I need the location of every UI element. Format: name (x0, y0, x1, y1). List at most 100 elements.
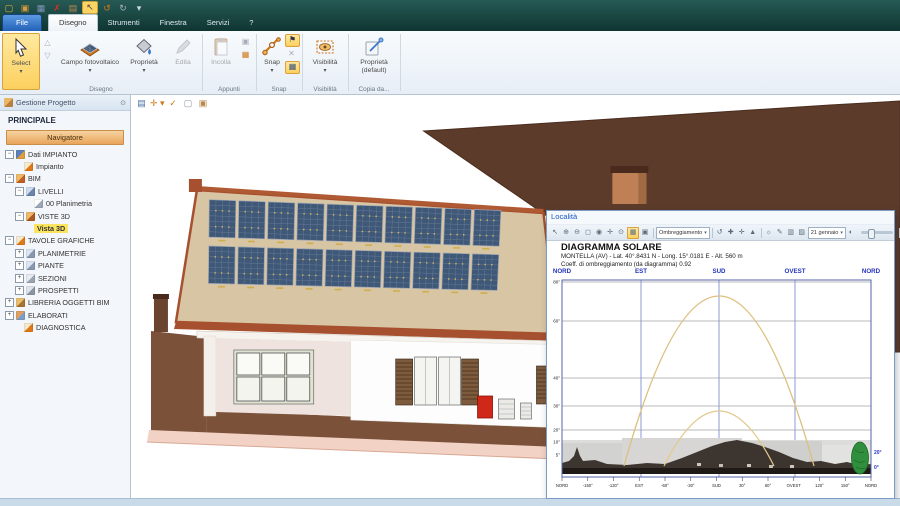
copy-properties-icon[interactable]: ▣ (197, 97, 210, 110)
chevron-down-icon: ▾ (840, 228, 843, 238)
undo-icon[interactable]: ↺ (100, 2, 114, 14)
collapse-icon[interactable]: − (15, 187, 24, 196)
date-dropdown[interactable]: 21 gennaio▾ (808, 227, 846, 239)
visibilita-dropdown-arrow[interactable]: ▾ (323, 67, 326, 74)
brightness-icon[interactable]: ◐ (846, 227, 856, 238)
tree-item-tavole-grafiche[interactable]: −TAVOLE GRAFICHE (0, 235, 130, 247)
collapse-icon[interactable]: − (5, 150, 14, 159)
arrow-up-icon[interactable]: △ (41, 37, 54, 49)
snap-dropdown-arrow[interactable]: ▾ (270, 67, 273, 74)
tree-item-00-planimetria[interactable]: 00 Planimetria (0, 198, 130, 210)
tab-file[interactable]: File (2, 14, 42, 31)
compass-labels: NORDESTSUDOVESTNORD (547, 268, 894, 276)
tree-item-prospetti[interactable]: +PROSPETTI (0, 284, 130, 296)
campo-fotovoltaico-button[interactable]: Campo fotovoltaico ▾ (58, 33, 122, 74)
group-label-snap: Snap (257, 86, 301, 93)
select-dropdown-arrow[interactable]: ▾ (19, 68, 22, 75)
select-tool-icon[interactable]: ↖ (82, 1, 98, 14)
proprieta-button[interactable]: Proprietà ▾ (124, 33, 164, 74)
new-icon[interactable]: ▢ (2, 2, 16, 14)
shading-mode-dropdown[interactable]: Ombreggiamento▾ (656, 227, 710, 239)
pan-icon[interactable]: ✛ (605, 227, 615, 238)
tree-item-viste-3d[interactable]: −VISTE 3D (0, 210, 130, 222)
viewport-3d[interactable]: ▤✛ ▾✓▢▣ (131, 95, 900, 499)
zoom-in-icon[interactable]: ⊕ (561, 227, 571, 238)
paste-special-icon[interactable]: ▦ (239, 49, 252, 61)
camera-icon[interactable]: ▣ (640, 227, 650, 238)
sun-icon[interactable]: ☼ (764, 227, 774, 238)
tab-finestra[interactable]: Finestra (150, 15, 197, 31)
delete-icon[interactable]: ✗ (50, 2, 64, 14)
collapse-icon[interactable]: − (5, 236, 14, 245)
proprieta-dropdown-arrow[interactable]: ▾ (142, 67, 145, 74)
arrow-down-icon[interactable]: ▽ (41, 50, 54, 62)
print-icon[interactable]: ▤ (66, 2, 80, 14)
tree-item-planimetrie[interactable]: +PLANIMETRIE (0, 247, 130, 259)
north-arrow-icon[interactable]: ▲ (748, 227, 758, 238)
proprieta-default-button[interactable]: Proprietà(default) (351, 33, 397, 76)
orbit-icon[interactable]: ⊙ (616, 227, 626, 238)
pin-icon[interactable]: ⊙ (120, 99, 126, 107)
tab-disegno[interactable]: Disegno (48, 14, 98, 31)
tree-item-diagnostica[interactable]: DIAGNOSTICA (0, 321, 130, 333)
navigator-header[interactable]: Navigatore (6, 130, 124, 145)
snap-3d-icon[interactable]: ✛ ▾ (150, 97, 165, 110)
shading-view-icon[interactable]: ▦ (627, 227, 639, 239)
eyedropper-icon (363, 36, 385, 58)
localita-window[interactable]: Località ↖⊕⊖◻◉✛⊙▦▣Ombreggiamento▾↺✚✛▲☼✎▥… (546, 210, 895, 499)
tab-strumenti[interactable]: Strumenti (98, 15, 150, 31)
move-all-icon[interactable]: ✛ (737, 227, 747, 238)
snap-angle-toggle[interactable]: ✕ (285, 48, 298, 60)
pointer-icon[interactable]: ↖ (550, 227, 560, 238)
tree-item-elaborati[interactable]: +ELABORATI (0, 309, 130, 321)
expand-icon[interactable]: + (15, 261, 24, 270)
open-icon[interactable]: ▣ (18, 2, 32, 14)
save-icon[interactable]: ▦ (34, 2, 48, 14)
tree-item-livelli[interactable]: −LIVELLI (0, 185, 130, 197)
edita-button: Edita (166, 33, 200, 67)
expand-icon[interactable]: + (15, 249, 24, 258)
apply-icon[interactable]: ✓ (167, 97, 180, 110)
tree-marker[interactable] (852, 442, 869, 474)
expand-icon[interactable]: + (15, 286, 24, 295)
edit-profile-icon[interactable]: ✎ (775, 227, 785, 238)
redo-icon[interactable]: ↻ (116, 2, 130, 14)
snap-grid-toggle[interactable]: ▦ (285, 61, 300, 74)
visibilita-button[interactable]: Visibilità ▾ (305, 33, 345, 74)
slider-thumb[interactable] (868, 229, 875, 239)
toolbar-options-icon[interactable]: ▾ (132, 2, 146, 14)
expand-icon[interactable]: + (15, 274, 24, 283)
dropdown-label: 21 gennaio (811, 228, 839, 238)
tree-item-libreria-oggetti-bim[interactable]: +LIBRERIA OGGETTI BIM (0, 297, 130, 309)
zoom-out-icon[interactable]: ⊖ (572, 227, 582, 238)
tree-item-vista-3d[interactable]: Vista 3D (0, 222, 130, 234)
tab-servizi[interactable]: Servizi (197, 15, 240, 31)
tree-item-impianto[interactable]: Impianto (0, 160, 130, 172)
campo-dropdown-arrow[interactable]: ▾ (88, 67, 91, 74)
expand-icon[interactable]: + (5, 311, 14, 320)
rotate-icon[interactable]: ↺ (715, 227, 725, 238)
expand-icon[interactable]: + (5, 298, 14, 307)
localita-window-title[interactable]: Località (547, 211, 894, 224)
collapse-icon[interactable]: − (5, 174, 14, 183)
zoom-window-icon[interactable]: ◻ (583, 227, 593, 238)
svg-text:10°: 10° (553, 440, 560, 445)
tree-item-sezioni[interactable]: +SEZIONI (0, 272, 130, 284)
paste-small-icon: ▣ (239, 36, 252, 48)
tab-[interactable]: ? (239, 15, 263, 31)
layer-manager-icon[interactable]: ▤ (135, 97, 148, 110)
transparency-slider[interactable] (861, 231, 893, 234)
tree-item-piante[interactable]: +PIANTE (0, 260, 130, 272)
photo-strip-icon[interactable]: ▥ (786, 227, 796, 238)
zoom-extents-icon[interactable]: ◉ (594, 227, 604, 238)
tree-item-bim[interactable]: −BIM (0, 173, 130, 185)
svg-text:20°: 20° (874, 450, 882, 456)
snap-button[interactable]: Snap ▾ (259, 33, 285, 74)
selection-mode-icon[interactable]: ▢ (182, 97, 195, 110)
tree-item-dati-impianto[interactable]: −Dati IMPIANTO (0, 148, 130, 160)
move-icon[interactable]: ✚ (726, 227, 736, 238)
select-button[interactable]: Select ▾ (2, 33, 40, 90)
snap-cursor-toggle[interactable]: ⚑ (285, 34, 300, 47)
hatch-icon[interactable]: ▨ (797, 227, 807, 238)
collapse-icon[interactable]: − (15, 212, 24, 221)
